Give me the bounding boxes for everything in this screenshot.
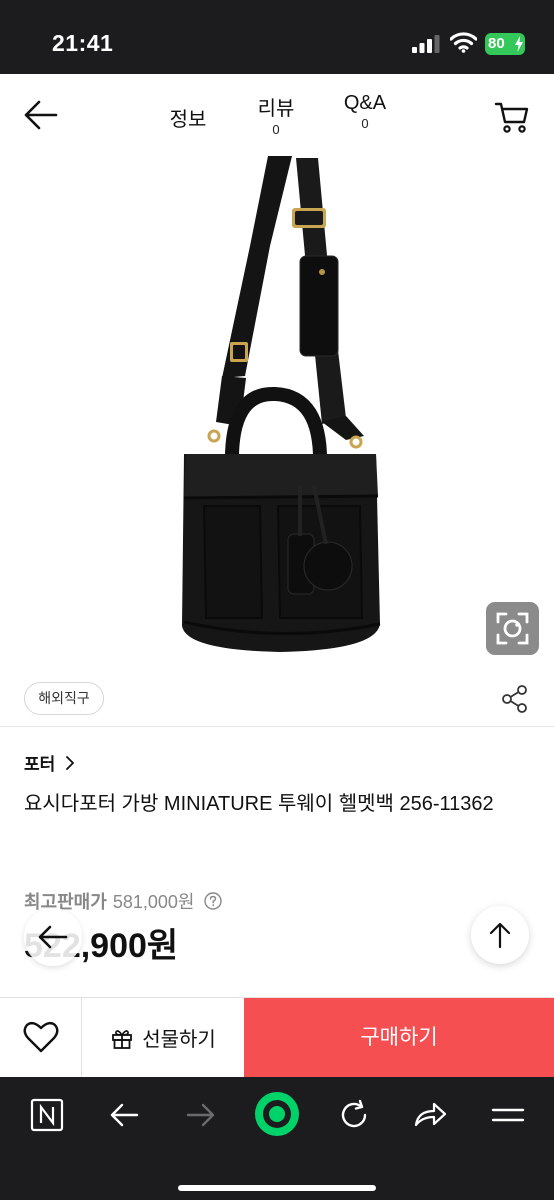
gift-button[interactable]: 선물하기 <box>82 998 244 1077</box>
camera-search-icon <box>496 612 529 645</box>
app-header: 정보 리뷰 0 Q&A 0 <box>0 74 554 156</box>
tab-info[interactable]: 정보 <box>160 103 216 132</box>
floating-back-button[interactable] <box>24 908 82 966</box>
menu-icon[interactable] <box>488 1095 528 1135</box>
tab-info-label: 정보 <box>169 109 207 131</box>
naver-icon[interactable] <box>27 1095 67 1135</box>
scroll-top-button[interactable] <box>471 906 529 964</box>
back-arrow-icon[interactable] <box>24 100 58 130</box>
battery-indicator: 80 <box>485 33 525 55</box>
browser-forward-icon[interactable] <box>181 1095 221 1135</box>
brand-name: 포터 <box>24 755 56 774</box>
tab-review-label: 리뷰 <box>257 98 295 120</box>
brand-link[interactable]: 포터 <box>24 750 75 775</box>
divider <box>0 726 554 727</box>
browser-back-icon[interactable] <box>104 1095 144 1135</box>
arrow-up-icon <box>489 922 511 949</box>
charging-bolt-icon <box>515 36 523 52</box>
chevron-right-icon <box>66 755 75 770</box>
share-arrow-icon[interactable] <box>410 1095 450 1135</box>
overseas-direct-tag: 해외직구 <box>24 682 104 715</box>
status-bar: 21:41 80 <box>0 0 554 74</box>
tab-qna-label: Q&A <box>343 92 387 114</box>
gift-icon <box>112 1029 133 1049</box>
status-time: 21:41 <box>52 30 114 56</box>
buy-button[interactable]: 구매하기 <box>244 998 554 1077</box>
tab-qna[interactable]: Q&A 0 <box>334 92 396 131</box>
camera-search-button[interactable] <box>486 602 539 655</box>
battery-level: 80 <box>488 35 505 52</box>
tab-qna-count: 0 <box>361 116 369 131</box>
help-icon[interactable] <box>204 892 223 910</box>
tab-review[interactable]: 리뷰 0 <box>248 92 304 137</box>
product-image <box>182 156 381 652</box>
heart-icon <box>23 1021 59 1053</box>
back-arrow-icon <box>38 925 68 949</box>
signal-icon <box>412 35 440 53</box>
tab-review-count: 0 <box>272 122 280 137</box>
refresh-icon[interactable] <box>334 1095 374 1135</box>
product-title: 요시다포터 가방 MINIATURE 투웨이 헬멧백 256-11362 <box>24 793 494 815</box>
purchase-bar: 선물하기 구매하기 <box>0 997 554 1077</box>
cart-icon[interactable] <box>494 100 530 134</box>
home-indicator <box>178 1185 376 1191</box>
original-price: 581,000원 <box>112 892 195 912</box>
green-dot-icon[interactable] <box>254 1091 300 1137</box>
wifi-icon <box>450 32 477 53</box>
share-icon[interactable] <box>500 684 530 714</box>
gift-label: 선물하기 <box>142 1029 216 1051</box>
browser-toolbar <box>0 1077 554 1200</box>
wish-button[interactable] <box>0 998 82 1077</box>
